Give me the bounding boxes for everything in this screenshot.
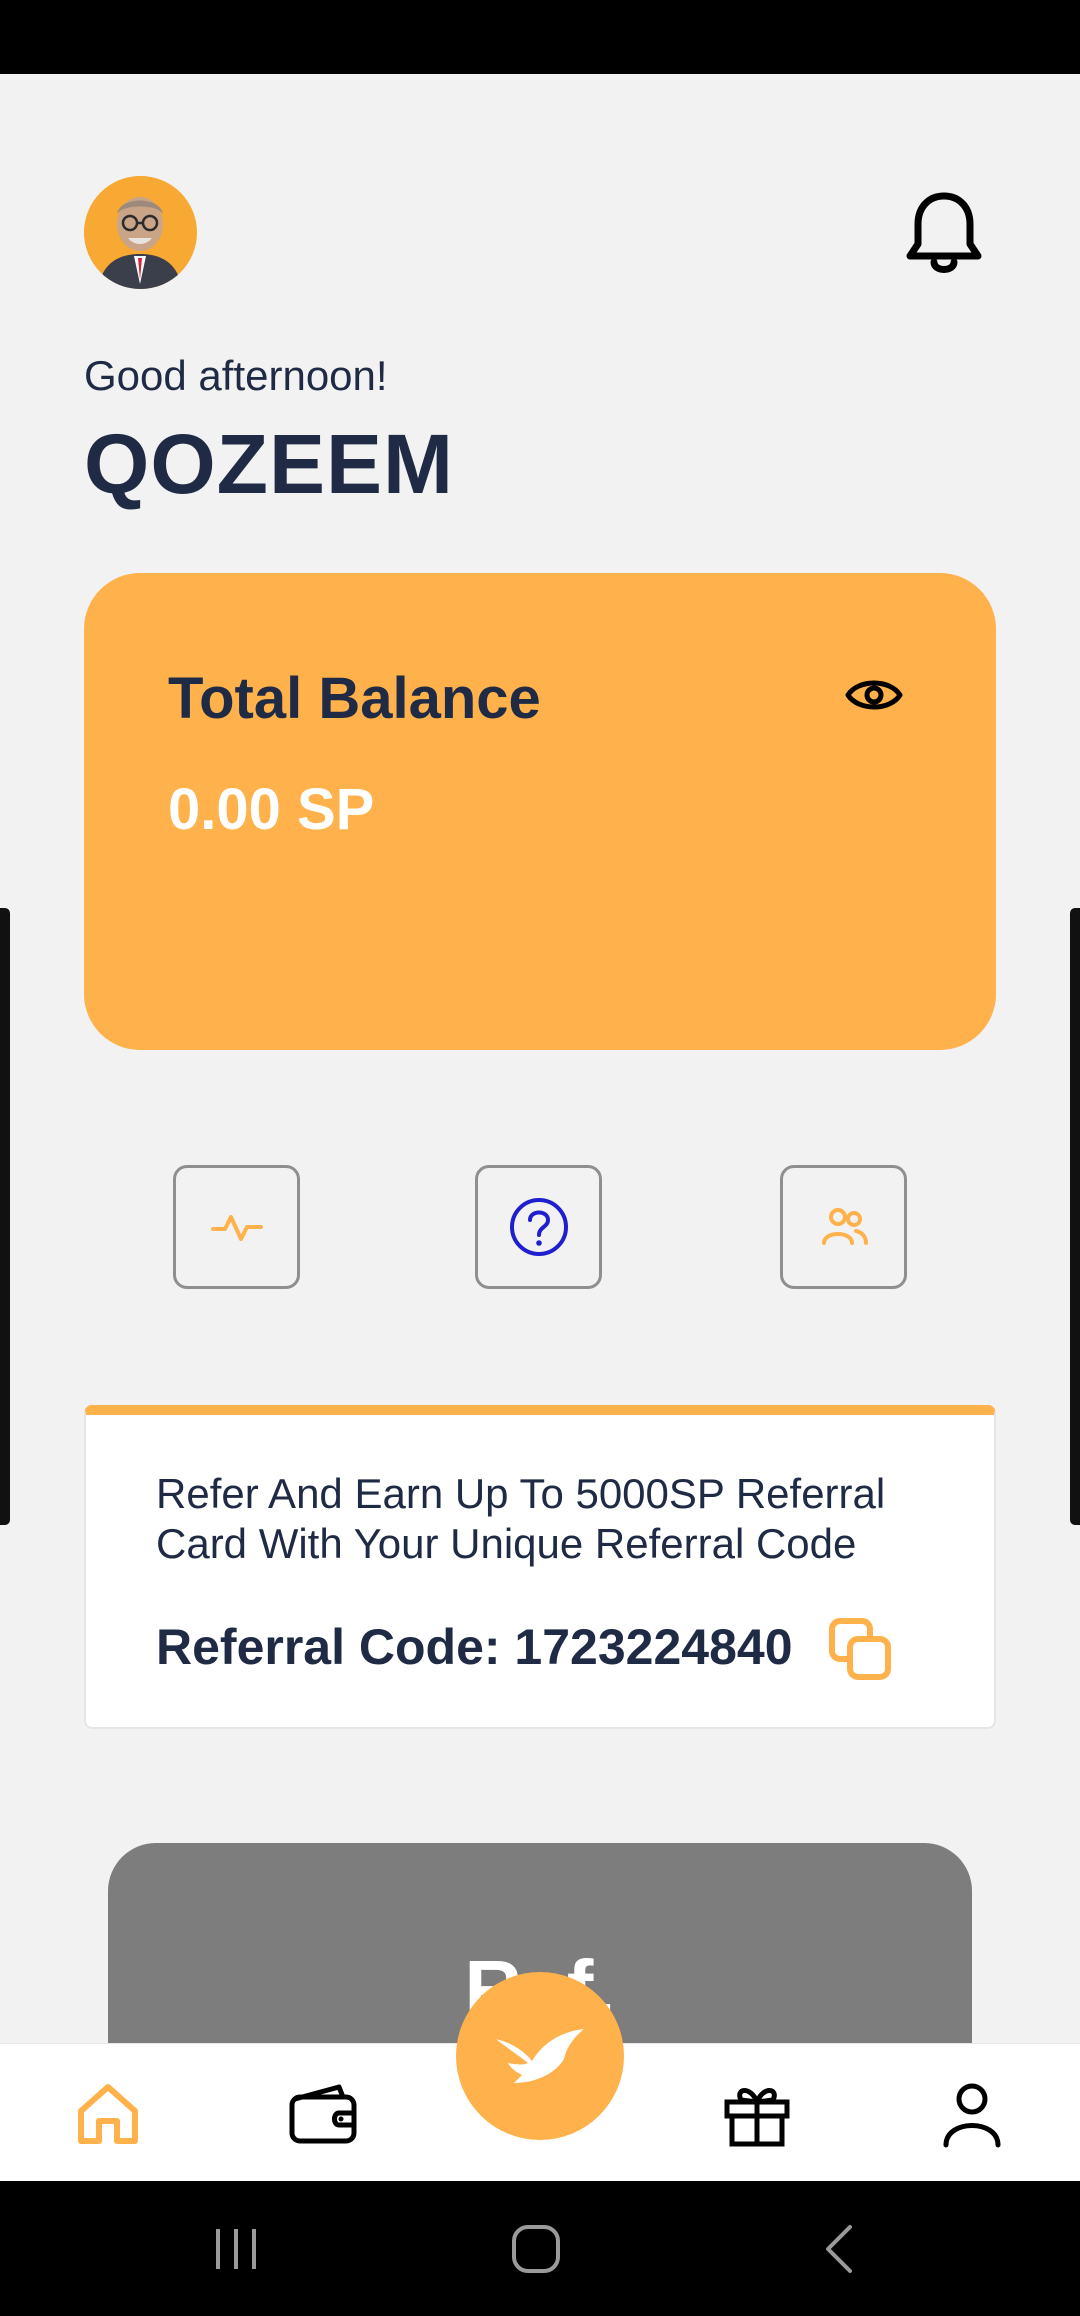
copy-icon[interactable] — [826, 1615, 896, 1685]
avatar-image — [84, 176, 196, 289]
users-icon — [821, 1208, 868, 1245]
wallet-icon — [289, 2084, 357, 2144]
system-home-icon[interactable] — [506, 2219, 566, 2279]
balance-card: Total Balance 0.00 SP — [84, 573, 996, 1050]
activity-icon — [210, 1215, 263, 1241]
greeting-text: Good afternoon! — [84, 352, 388, 399]
system-nav-bar — [0, 2181, 1080, 2316]
gift-icon — [724, 2088, 790, 2147]
referral-description: Refer And Earn Up To 5000SP Referral Car… — [156, 1470, 886, 1567]
center-action-button[interactable] — [456, 1972, 624, 2140]
balance-title: Total Balance — [168, 666, 541, 731]
recent-apps-icon[interactable] — [206, 2219, 266, 2279]
eye-icon[interactable] — [844, 665, 904, 725]
user-icon — [943, 2083, 1001, 2148]
referral-code: Referral Code: 1723224840 — [156, 1619, 793, 1675]
nav-wallet[interactable] — [283, 2074, 363, 2154]
referral-card: Refer And Earn Up To 5000SP Referral Car… — [84, 1405, 996, 1729]
notification-bell-icon[interactable] — [904, 188, 984, 278]
help-icon — [509, 1198, 568, 1256]
edge-panel-handle-right[interactable] — [1070, 908, 1080, 1525]
community-button[interactable] — [780, 1165, 907, 1289]
username: QOZEEM — [84, 417, 455, 511]
nav-profile[interactable] — [932, 2074, 1012, 2154]
nav-rewards[interactable] — [717, 2074, 797, 2154]
status-bar — [0, 0, 1080, 74]
activity-button[interactable] — [173, 1165, 300, 1289]
edge-panel-handle-left[interactable] — [0, 908, 10, 1525]
help-button[interactable] — [475, 1165, 602, 1289]
avatar[interactable] — [84, 176, 197, 289]
balance-value: 0.00 SP — [168, 777, 375, 842]
bird-icon — [496, 2029, 584, 2083]
nav-home[interactable] — [68, 2074, 148, 2154]
back-icon[interactable] — [810, 2219, 870, 2279]
home-icon — [78, 2084, 138, 2144]
